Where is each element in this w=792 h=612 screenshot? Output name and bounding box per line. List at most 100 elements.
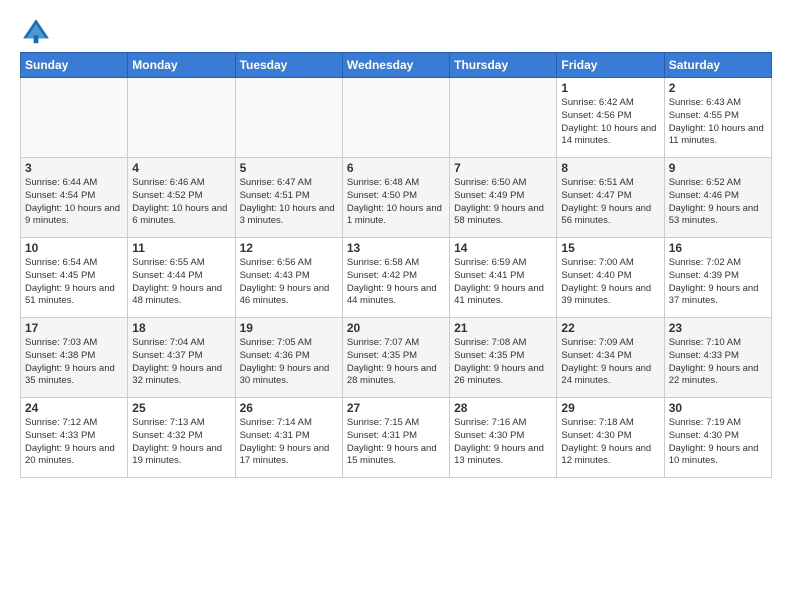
logo [20, 16, 56, 48]
week-row-4: 17Sunrise: 7:03 AM Sunset: 4:38 PM Dayli… [21, 318, 772, 398]
calendar-cell [21, 78, 128, 158]
weekday-wednesday: Wednesday [342, 53, 449, 78]
calendar-cell: 24 Sunrise: 7:12 AM Sunset: 4:33 PM Dayli… [21, 398, 128, 478]
calendar-cell: 26 Sunrise: 7:14 AM Sunset: 4:31 PM Dayli… [235, 398, 342, 478]
weekday-tuesday: Tuesday [235, 53, 342, 78]
calendar-cell: 30 Sunrise: 7:19 AM Sunset: 4:30 PM Dayli… [664, 398, 771, 478]
calendar-cell [235, 78, 342, 158]
calendar-cell: 18 Sunrise: 7:04 AM Sunset: 4:37 PM Dayli… [128, 318, 235, 398]
calendar-cell: 16 Sunrise: 7:02 AM Sunset: 4:39 PM Dayli… [664, 238, 771, 318]
day-number: 28 [454, 401, 552, 415]
day-info: Sunrise: 7:14 AM Sunset: 4:31 PM Dayligh… [240, 417, 338, 468]
day-number: 15 [561, 241, 659, 255]
day-info: Sunrise: 6:44 AM Sunset: 4:54 PM Dayligh… [25, 177, 123, 228]
day-info: Sunrise: 6:43 AM Sunset: 4:55 PM Dayligh… [669, 97, 767, 148]
calendar-table: SundayMondayTuesdayWednesdayThursdayFrid… [20, 52, 772, 478]
day-info: Sunrise: 7:10 AM Sunset: 4:33 PM Dayligh… [669, 337, 767, 388]
calendar-cell: 1Sunrise: 6:42 AM Sunset: 4:56 PM Daylig… [557, 78, 664, 158]
day-info: Sunrise: 7:19 AM Sunset: 4:30 PM Dayligh… [669, 417, 767, 468]
weekday-thursday: Thursday [450, 53, 557, 78]
day-number: 9 [669, 161, 767, 175]
calendar-header: SundayMondayTuesdayWednesdayThursdayFrid… [21, 53, 772, 78]
day-number: 29 [561, 401, 659, 415]
day-number: 22 [561, 321, 659, 335]
week-row-2: 3 Sunrise: 6:44 AM Sunset: 4:54 PM Daylig… [21, 158, 772, 238]
day-info: Sunrise: 7:09 AM Sunset: 4:34 PM Dayligh… [561, 337, 659, 388]
calendar-cell: 9 Sunrise: 6:52 AM Sunset: 4:46 PM Daylig… [664, 158, 771, 238]
weekday-sunday: Sunday [21, 53, 128, 78]
day-info: Sunrise: 7:03 AM Sunset: 4:38 PM Dayligh… [25, 337, 123, 388]
week-row-3: 10 Sunrise: 6:54 AM Sunset: 4:45 PM Dayli… [21, 238, 772, 318]
day-number: 24 [25, 401, 123, 415]
day-number: 11 [132, 241, 230, 255]
day-info: Sunrise: 6:56 AM Sunset: 4:43 PM Dayligh… [240, 257, 338, 308]
week-row-5: 24 Sunrise: 7:12 AM Sunset: 4:33 PM Dayli… [21, 398, 772, 478]
day-number: 18 [132, 321, 230, 335]
weekday-header-row: SundayMondayTuesdayWednesdayThursdayFrid… [21, 53, 772, 78]
calendar-cell: 3 Sunrise: 6:44 AM Sunset: 4:54 PM Daylig… [21, 158, 128, 238]
day-number: 20 [347, 321, 445, 335]
day-info: Sunrise: 6:46 AM Sunset: 4:52 PM Dayligh… [132, 177, 230, 228]
calendar-cell: 23Sunrise: 7:10 AM Sunset: 4:33 PM Dayli… [664, 318, 771, 398]
day-number: 16 [669, 241, 767, 255]
calendar-cell: 2 Sunrise: 6:43 AM Sunset: 4:55 PM Daylig… [664, 78, 771, 158]
calendar-cell: 21 Sunrise: 7:08 AM Sunset: 4:35 PM Dayli… [450, 318, 557, 398]
day-number: 7 [454, 161, 552, 175]
day-info: Sunrise: 6:50 AM Sunset: 4:49 PM Dayligh… [454, 177, 552, 228]
day-number: 19 [240, 321, 338, 335]
calendar-cell [128, 78, 235, 158]
day-info: Sunrise: 6:52 AM Sunset: 4:46 PM Dayligh… [669, 177, 767, 228]
calendar-cell: 25 Sunrise: 7:13 AM Sunset: 4:32 PM Dayli… [128, 398, 235, 478]
day-number: 12 [240, 241, 338, 255]
day-info: Sunrise: 6:59 AM Sunset: 4:41 PM Dayligh… [454, 257, 552, 308]
day-info: Sunrise: 6:54 AM Sunset: 4:45 PM Dayligh… [25, 257, 123, 308]
weekday-saturday: Saturday [664, 53, 771, 78]
calendar-cell: 6Sunrise: 6:48 AM Sunset: 4:50 PM Daylig… [342, 158, 449, 238]
calendar-cell: 12 Sunrise: 6:56 AM Sunset: 4:43 PM Dayli… [235, 238, 342, 318]
calendar-cell: 20Sunrise: 7:07 AM Sunset: 4:35 PM Dayli… [342, 318, 449, 398]
calendar-cell: 10 Sunrise: 6:54 AM Sunset: 4:45 PM Dayli… [21, 238, 128, 318]
day-info: Sunrise: 7:02 AM Sunset: 4:39 PM Dayligh… [669, 257, 767, 308]
day-number: 26 [240, 401, 338, 415]
day-info: Sunrise: 7:08 AM Sunset: 4:35 PM Dayligh… [454, 337, 552, 388]
day-number: 5 [240, 161, 338, 175]
day-info: Sunrise: 6:47 AM Sunset: 4:51 PM Dayligh… [240, 177, 338, 228]
calendar-cell [450, 78, 557, 158]
day-info: Sunrise: 6:42 AM Sunset: 4:56 PM Dayligh… [561, 97, 659, 148]
day-number: 21 [454, 321, 552, 335]
day-info: Sunrise: 7:13 AM Sunset: 4:32 PM Dayligh… [132, 417, 230, 468]
day-number: 6 [347, 161, 445, 175]
day-info: Sunrise: 7:16 AM Sunset: 4:30 PM Dayligh… [454, 417, 552, 468]
day-number: 2 [669, 81, 767, 95]
calendar-cell: 5 Sunrise: 6:47 AM Sunset: 4:51 PM Daylig… [235, 158, 342, 238]
calendar-cell: 28 Sunrise: 7:16 AM Sunset: 4:30 PM Dayli… [450, 398, 557, 478]
day-info: Sunrise: 7:00 AM Sunset: 4:40 PM Dayligh… [561, 257, 659, 308]
calendar-cell: 27Sunrise: 7:15 AM Sunset: 4:31 PM Dayli… [342, 398, 449, 478]
calendar-cell: 15 Sunrise: 7:00 AM Sunset: 4:40 PM Dayli… [557, 238, 664, 318]
day-number: 3 [25, 161, 123, 175]
day-number: 13 [347, 241, 445, 255]
week-row-1: 1Sunrise: 6:42 AM Sunset: 4:56 PM Daylig… [21, 78, 772, 158]
day-info: Sunrise: 7:04 AM Sunset: 4:37 PM Dayligh… [132, 337, 230, 388]
day-number: 8 [561, 161, 659, 175]
day-info: Sunrise: 7:18 AM Sunset: 4:30 PM Dayligh… [561, 417, 659, 468]
day-number: 27 [347, 401, 445, 415]
calendar-cell [342, 78, 449, 158]
weekday-friday: Friday [557, 53, 664, 78]
calendar-cell: 11 Sunrise: 6:55 AM Sunset: 4:44 PM Dayli… [128, 238, 235, 318]
day-info: Sunrise: 6:55 AM Sunset: 4:44 PM Dayligh… [132, 257, 230, 308]
calendar-body: 1Sunrise: 6:42 AM Sunset: 4:56 PM Daylig… [21, 78, 772, 478]
day-number: 25 [132, 401, 230, 415]
day-info: Sunrise: 7:05 AM Sunset: 4:36 PM Dayligh… [240, 337, 338, 388]
day-info: Sunrise: 6:51 AM Sunset: 4:47 PM Dayligh… [561, 177, 659, 228]
calendar-cell: 7 Sunrise: 6:50 AM Sunset: 4:49 PM Daylig… [450, 158, 557, 238]
day-number: 10 [25, 241, 123, 255]
calendar-cell: 29 Sunrise: 7:18 AM Sunset: 4:30 PM Dayli… [557, 398, 664, 478]
calendar-cell: 14Sunrise: 6:59 AM Sunset: 4:41 PM Dayli… [450, 238, 557, 318]
day-number: 30 [669, 401, 767, 415]
calendar-cell: 4 Sunrise: 6:46 AM Sunset: 4:52 PM Daylig… [128, 158, 235, 238]
day-number: 4 [132, 161, 230, 175]
weekday-monday: Monday [128, 53, 235, 78]
day-info: Sunrise: 7:12 AM Sunset: 4:33 PM Dayligh… [25, 417, 123, 468]
page: SundayMondayTuesdayWednesdayThursdayFrid… [0, 0, 792, 488]
